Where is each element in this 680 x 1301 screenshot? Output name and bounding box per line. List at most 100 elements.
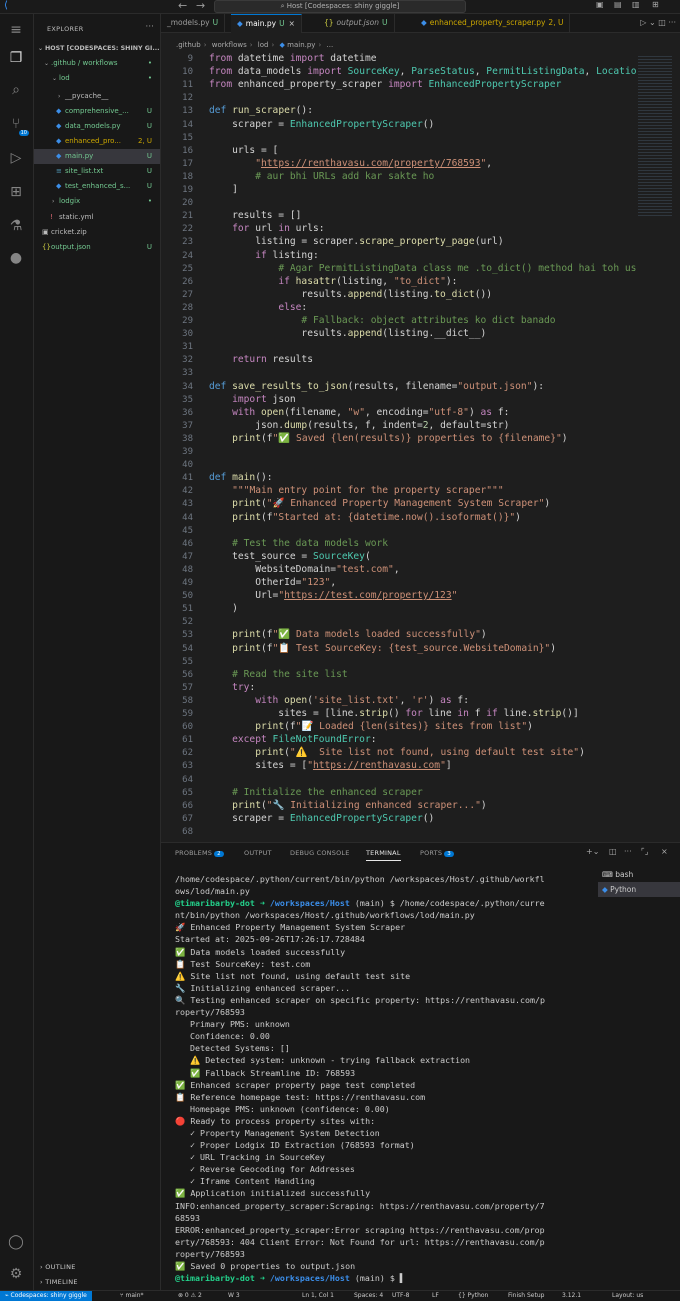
breadcrumb-item[interactable]: .github [176,41,201,49]
terminal-list: ⌨ bash ◆ Python [598,867,680,897]
terminal-line: Started at: 2025-09-26T17:26:17.728484 [175,934,365,945]
tab-enhanced-property-scraper[interactable]: ◆ enhanced_property_scraper.py 2, U [415,14,571,32]
code-line: print("⚠️ Site list not found, using def… [255,747,585,759]
tab-debug-console[interactable]: DEBUG CONSOLE [290,849,350,857]
run-icon[interactable]: ▷ [640,18,646,27]
code-line: else: [278,301,308,313]
file-data-models[interactable]: ◆ data_models.py U [34,119,160,134]
more-actions-icon[interactable]: ··· [668,18,676,27]
terminal-line: ✅ Fallback Streamline ID: 768593 [175,1067,356,1078]
menu-icon[interactable]: ≡ [6,20,26,40]
outline-section[interactable]: › OUTLINE [40,1263,76,1271]
code-line: import json [232,393,296,405]
line-number: 16 [182,145,193,156]
line-number: 30 [182,329,193,340]
new-terminal-icon[interactable]: +⌄ [586,847,599,856]
extensions-icon[interactable]: ⊞ [6,182,26,202]
file-site-list[interactable]: ≡ site_list.txt U [34,164,160,179]
run-debug-icon[interactable]: ▷ [6,148,26,168]
more-actions-icon[interactable]: ··· [624,847,632,856]
terminal-line: @timaribarby-dot ➜ /workspaces/Host (mai… [175,898,545,909]
back-arrow-icon[interactable]: ← [178,0,187,12]
line-number: 50 [182,591,193,602]
line-number: 59 [182,709,193,719]
file-static-yml[interactable]: ! static.yml [34,210,160,225]
code-line: if hasattr(listing, "to_dict"): [278,275,458,287]
line-number: 35 [182,394,193,405]
tab-output[interactable]: OUTPUT [244,849,272,857]
line-number: 55 [182,656,193,667]
line-number: 9 [187,54,193,64]
code-editor[interactable]: 9 from datetime import datetime 10 from dat… [161,52,680,842]
split-editor-icon[interactable]: ◫ [658,18,666,27]
file-enhanced-property-scraper[interactable]: ◆ enhanced_pro... 2, U [34,134,160,149]
line-number: 66 [182,800,193,811]
text-file-icon: ≡ [56,167,62,175]
terminal-line: ✓ Iframe Content Handling [175,1176,315,1187]
code-line: print(f"✅ Saved {len(results)} propertie… [232,432,568,444]
customize-layout-icon[interactable]: ⊞ [652,0,659,9]
panel-toggle-icon[interactable]: ▤ [614,0,622,9]
tab-output-json[interactable]: {} output.json U [318,14,395,32]
line-number: 36 [182,407,193,418]
sidebar-toggle-icon[interactable]: ▥ [632,0,640,9]
code-line: ] [209,184,238,195]
timeline-section[interactable]: › TIMELINE [40,1278,78,1286]
folder-github-workflows[interactable]: ⌄ .github / workflows • [34,56,160,71]
code-line: Url="https://test.com/property/123" [209,590,458,602]
breadcrumb-item[interactable]: ... [327,41,334,49]
folder-lod[interactable]: ⌄ lod • [34,71,160,86]
tab-main-py[interactable]: ◆ main.py U × [231,14,302,33]
close-panel-icon[interactable]: × [661,847,668,856]
terminal-line: ✓ URL Tracking in SourceKey [175,1152,325,1163]
workspace-root[interactable]: ⌄ HOST [CODESPACES: SHINY GI... [34,41,160,56]
line-number: 23 [182,237,193,248]
folder-pycache[interactable]: › __pycache__ [34,89,160,104]
line-number: 34 [182,381,193,392]
terminal-python[interactable]: ◆ Python [598,882,680,897]
account-icon[interactable]: ◯ [6,1232,26,1252]
line-number: 17 [182,158,193,169]
forward-arrow-icon[interactable]: → [196,0,205,12]
source-control-icon[interactable]: ⑂ 10 [6,114,29,136]
folder-lodgix[interactable]: › lodgix • [34,194,160,209]
tab-ports[interactable]: PORTS 3 [420,849,454,857]
line-number: 57 [182,682,193,693]
line-number: 67 [182,813,193,824]
minimap[interactable] [638,56,672,216]
tab-data-models[interactable]: _models.py U [161,14,226,32]
breadcrumb-item[interactable]: main.py [287,41,315,49]
file-comprehensive[interactable]: ◆ comprehensive_... U [34,104,160,119]
terminal-output[interactable]: /home/codespace/.python/current/bin/pyth… [175,873,595,1285]
close-icon[interactable]: × [289,19,295,28]
breadcrumb-item[interactable]: workflows [212,41,247,49]
maximize-panel-icon[interactable]: ⌜⌟ [641,847,649,856]
terminal-line: ✓ Property Management System Detection [175,1127,380,1138]
command-center-search[interactable]: ⌕ Host [Codespaces: shiny giggle] [214,0,466,13]
code-line: for url in urls: [232,223,325,235]
tab-problems[interactable]: PROBLEMS 2 [175,849,224,857]
settings-gear-icon[interactable]: ⚙ [6,1264,26,1284]
code-line: print("🚀 Enhanced Property Management Sy… [232,498,551,510]
file-output-json[interactable]: {}output.json U [34,240,160,255]
tab-terminal[interactable]: TERMINAL [366,849,401,861]
code-line: try: [232,681,256,693]
chevron-down-icon[interactable]: ⌄ [649,18,656,27]
file-cricket-zip[interactable]: ▣ cricket.zip [34,225,160,240]
more-actions-icon[interactable]: ··· [145,22,154,32]
explorer-icon[interactable]: ❐ [6,48,26,68]
layout-toggle-icon[interactable]: ▣ [596,0,604,9]
search-icon[interactable]: ⌕ [6,80,26,100]
split-terminal-icon[interactable]: ◫ [609,847,617,856]
chevron-down-icon: ⌄ [44,60,50,67]
file-test-enhanced[interactable]: ◆ test_enhanced_s... U [34,179,160,194]
file-main-py[interactable]: ◆ main.py U [34,149,160,164]
python-file-icon: ◆ [56,122,62,130]
testing-icon[interactable]: ⚗ [6,216,26,236]
github-icon[interactable]: ● [6,248,26,268]
breadcrumb-item[interactable]: lod [258,41,269,49]
line-number: 27 [182,289,193,300]
terminal-bash[interactable]: ⌨ bash [598,867,680,882]
line-number: 12 [182,93,193,104]
activity-bar: ≡ ❐ ⌕ ⑂ 10 ▷ ⊞ ⚗ ● ◯ ⚙ [0,14,34,1290]
